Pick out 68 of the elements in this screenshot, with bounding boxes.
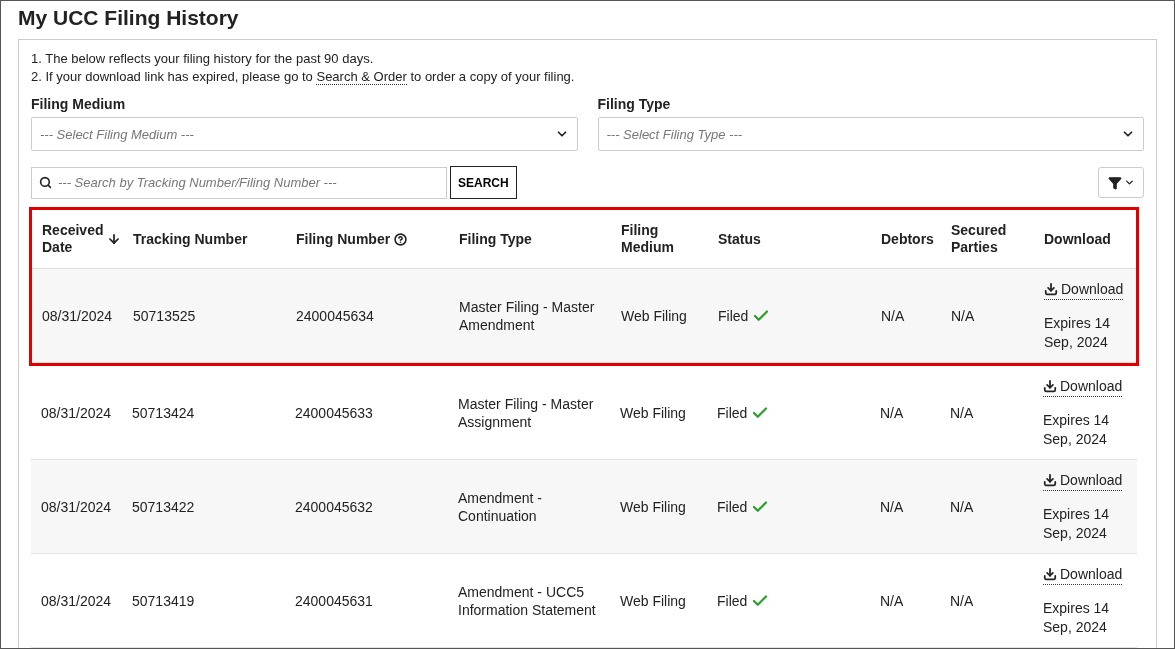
download-icon (1044, 282, 1058, 296)
expiry-text: Expires 14 Sep, 2024 (1043, 410, 1111, 449)
download-icon (1043, 379, 1057, 393)
table-cell: Web Filing (620, 497, 686, 516)
expiry-text: Expires 14 Sep, 2024 (1043, 598, 1111, 637)
table-cell-text: Amendment - Continuation (458, 488, 544, 525)
expiry-text: Expires 14 Sep, 2024 (1043, 504, 1111, 543)
table-cell: N/A (951, 306, 975, 325)
table-cell: 08/31/2024 (41, 497, 112, 516)
table-cell: Web Filing (620, 591, 686, 610)
download-icon (1043, 567, 1057, 581)
table-cell: N/A (880, 497, 904, 516)
table-cell-text: Master Filing - Master Assignment (458, 394, 595, 431)
table-cell: 08/31/2024 (41, 591, 112, 610)
search-button[interactable]: SEARCH (450, 166, 517, 199)
table-cell: 2400045632 (295, 497, 373, 516)
table-cell: 50713525 (133, 306, 196, 325)
column-header: Filing Number (296, 230, 391, 248)
table-cell: 2400045631 (295, 591, 373, 610)
filter-icon (1107, 175, 1122, 190)
table-cell-text: Amendment - UCC5 Information Statement (458, 582, 597, 619)
table-cell-text: Master Filing - Master Amendment (459, 297, 596, 334)
status-text: Filed (717, 403, 748, 422)
table-cell: N/A (881, 306, 905, 325)
note-text: 2. If your download link has expired, please go to Search & Order to order a copy of your filing. (31, 68, 576, 86)
status-text: Filed (717, 591, 748, 610)
field-label: Filing Medium (31, 96, 127, 112)
table-cell: N/A (880, 403, 904, 422)
column-header: Download (1044, 230, 1111, 248)
table-cell: 08/31/2024 (41, 403, 112, 422)
column-header: Filing Medium (621, 222, 675, 256)
table-cell: N/A (950, 403, 974, 422)
note-text: 1. The below reflects your filing history for the past 90 days. (31, 50, 375, 68)
page-title: My UCC Filing History (18, 7, 240, 29)
table-cell: 50713419 (132, 591, 195, 610)
table-cell: Web Filing (620, 403, 686, 422)
status-text: Filed (718, 306, 749, 325)
table-cell: N/A (880, 591, 904, 610)
help-icon[interactable] (394, 232, 408, 246)
column-header: Filing Type (459, 230, 532, 248)
field-label: Filing Type (597, 96, 672, 112)
table-cell: N/A (950, 497, 974, 516)
table-cell: 50713422 (132, 497, 195, 516)
column-header: Debtors (881, 230, 934, 248)
download-link[interactable]: Download (1043, 564, 1123, 585)
expiry-text: Expires 14 Sep, 2024 (1044, 313, 1112, 352)
table-cell: N/A (950, 591, 974, 610)
download-icon (1043, 473, 1057, 487)
status-text: Filed (717, 497, 748, 516)
download-link[interactable]: Download (1044, 279, 1124, 300)
download-link[interactable]: Download (1043, 470, 1123, 491)
search-order-link[interactable]: Search & Order (316, 69, 407, 85)
table-cell: Web Filing (621, 306, 687, 325)
caret-icon (1123, 177, 1135, 188)
column-header: Secured Parties (951, 222, 1008, 256)
download-link[interactable]: Download (1043, 376, 1123, 397)
select-dropdown[interactable]: --- Select Filing Medium --- (31, 117, 578, 151)
filter-button[interactable] (1098, 167, 1144, 198)
column-header: Status (718, 230, 761, 248)
select-dropdown[interactable]: --- Select Filing Type --- (597, 117, 1144, 151)
table-cell: 08/31/2024 (42, 306, 113, 325)
table-cell: 2400045634 (296, 306, 374, 325)
search-field[interactable]: --- Search by Tracking Number/Filing Number --- (31, 166, 447, 199)
search-icon (39, 176, 52, 189)
column-header: Received Date (42, 222, 104, 256)
column-header: Tracking Number (133, 230, 248, 248)
table-cell: 2400045633 (295, 403, 373, 422)
table-cell: 50713424 (132, 403, 195, 422)
